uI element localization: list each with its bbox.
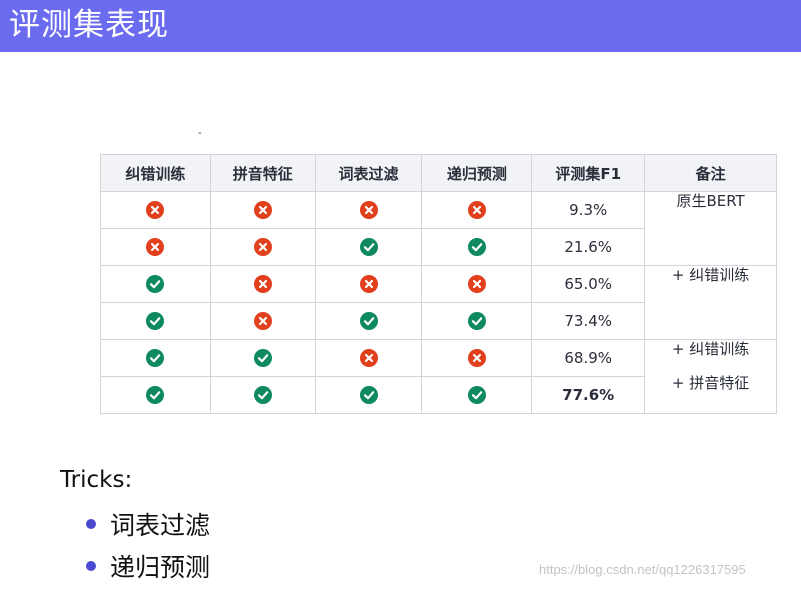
cross-circle-icon bbox=[253, 312, 272, 331]
cross-circle-icon bbox=[253, 238, 272, 257]
check-circle-icon bbox=[146, 386, 165, 405]
status-cell bbox=[209, 376, 316, 414]
bullet-icon bbox=[86, 519, 96, 529]
cross-circle-icon bbox=[253, 275, 272, 294]
status-cell bbox=[421, 339, 533, 377]
check-circle-icon bbox=[467, 312, 486, 331]
status-cell bbox=[209, 339, 316, 377]
status-cell bbox=[421, 376, 533, 414]
status-cell bbox=[421, 191, 533, 229]
page-title: 评测集表现 bbox=[9, 7, 169, 43]
column-header: 纠错训练 bbox=[100, 154, 211, 192]
cross-circle-icon bbox=[467, 349, 486, 368]
column-header: 拼音特征 bbox=[209, 154, 316, 192]
status-cell bbox=[314, 228, 423, 266]
watermark: https://blog.csdn.net/qq1226317595 bbox=[539, 562, 746, 577]
check-circle-icon bbox=[467, 386, 486, 405]
cross-circle-icon bbox=[359, 275, 378, 294]
f1-cell: 65.0% bbox=[531, 265, 646, 303]
check-circle-icon bbox=[253, 349, 272, 368]
column-header: 评测集F1 bbox=[531, 154, 646, 192]
cross-circle-icon bbox=[253, 201, 272, 220]
status-cell bbox=[100, 265, 211, 303]
status-cell bbox=[314, 376, 423, 414]
note-text: + 纠错训练 bbox=[671, 340, 750, 358]
status-cell bbox=[314, 191, 423, 229]
status-cell bbox=[100, 228, 211, 266]
status-cell bbox=[421, 302, 533, 340]
f1-cell-best: 77.6% bbox=[531, 376, 646, 414]
note-text: 原生BERT bbox=[676, 192, 745, 210]
check-circle-icon bbox=[146, 349, 165, 368]
stray-mark: - bbox=[198, 128, 202, 139]
status-cell bbox=[421, 265, 533, 303]
check-circle-icon bbox=[359, 386, 378, 405]
check-circle-icon bbox=[146, 275, 165, 294]
table-row: 68.9% + 纠错训练 + 拼音特征 bbox=[100, 339, 777, 414]
status-cell bbox=[209, 228, 316, 266]
note-cell: + 纠错训练 bbox=[644, 265, 777, 340]
status-cell bbox=[209, 302, 316, 340]
status-cell bbox=[314, 339, 423, 377]
cross-circle-icon bbox=[467, 275, 486, 294]
f1-cell: 68.9% bbox=[531, 339, 646, 377]
check-circle-icon bbox=[359, 238, 378, 257]
cross-circle-icon bbox=[359, 349, 378, 368]
status-cell bbox=[209, 265, 316, 303]
status-cell bbox=[100, 339, 211, 377]
column-header: 词表过滤 bbox=[314, 154, 423, 192]
column-header: 递归预测 bbox=[421, 154, 533, 192]
trick-item: 词表过滤 bbox=[86, 506, 210, 542]
cross-circle-icon bbox=[359, 201, 378, 220]
f1-cell: 9.3% bbox=[531, 191, 646, 229]
status-cell bbox=[100, 376, 211, 414]
trick-item: 递归预测 bbox=[86, 548, 210, 584]
f1-cell: 21.6% bbox=[531, 228, 646, 266]
bullet-icon bbox=[86, 561, 96, 571]
f1-cell: 73.4% bbox=[531, 302, 646, 340]
table-header-row: 纠错训练 拼音特征 词表过滤 递归预测 评测集F1 备注 bbox=[100, 154, 777, 192]
status-cell bbox=[100, 302, 211, 340]
status-cell bbox=[100, 191, 211, 229]
status-cell bbox=[209, 191, 316, 229]
note-text: + 纠错训练 bbox=[671, 266, 750, 284]
results-table: 纠错训练 拼音特征 词表过滤 递归预测 评测集F1 备注 9.3% 原生BERT… bbox=[100, 154, 777, 414]
trick-item-text: 递归预测 bbox=[110, 553, 211, 582]
check-circle-icon bbox=[359, 312, 378, 331]
status-cell bbox=[314, 265, 423, 303]
title-bar: 评测集表现 bbox=[0, 0, 801, 52]
check-circle-icon bbox=[467, 238, 486, 257]
note-cell: + 纠错训练 + 拼音特征 bbox=[644, 339, 777, 414]
tricks-label: Tricks: bbox=[60, 467, 133, 493]
check-circle-icon bbox=[253, 386, 272, 405]
cross-circle-icon bbox=[467, 201, 486, 220]
cross-circle-icon bbox=[146, 201, 165, 220]
cross-circle-icon bbox=[146, 238, 165, 257]
trick-item-text: 词表过滤 bbox=[110, 511, 211, 540]
note-cell: 原生BERT bbox=[644, 191, 777, 266]
check-circle-icon bbox=[146, 312, 165, 331]
table-row: 9.3% 原生BERT bbox=[100, 191, 777, 266]
status-cell bbox=[314, 302, 423, 340]
table-row: 65.0% + 纠错训练 bbox=[100, 265, 777, 340]
status-cell bbox=[421, 228, 533, 266]
note-text: + 拼音特征 bbox=[671, 374, 750, 392]
column-header: 备注 bbox=[644, 154, 777, 192]
